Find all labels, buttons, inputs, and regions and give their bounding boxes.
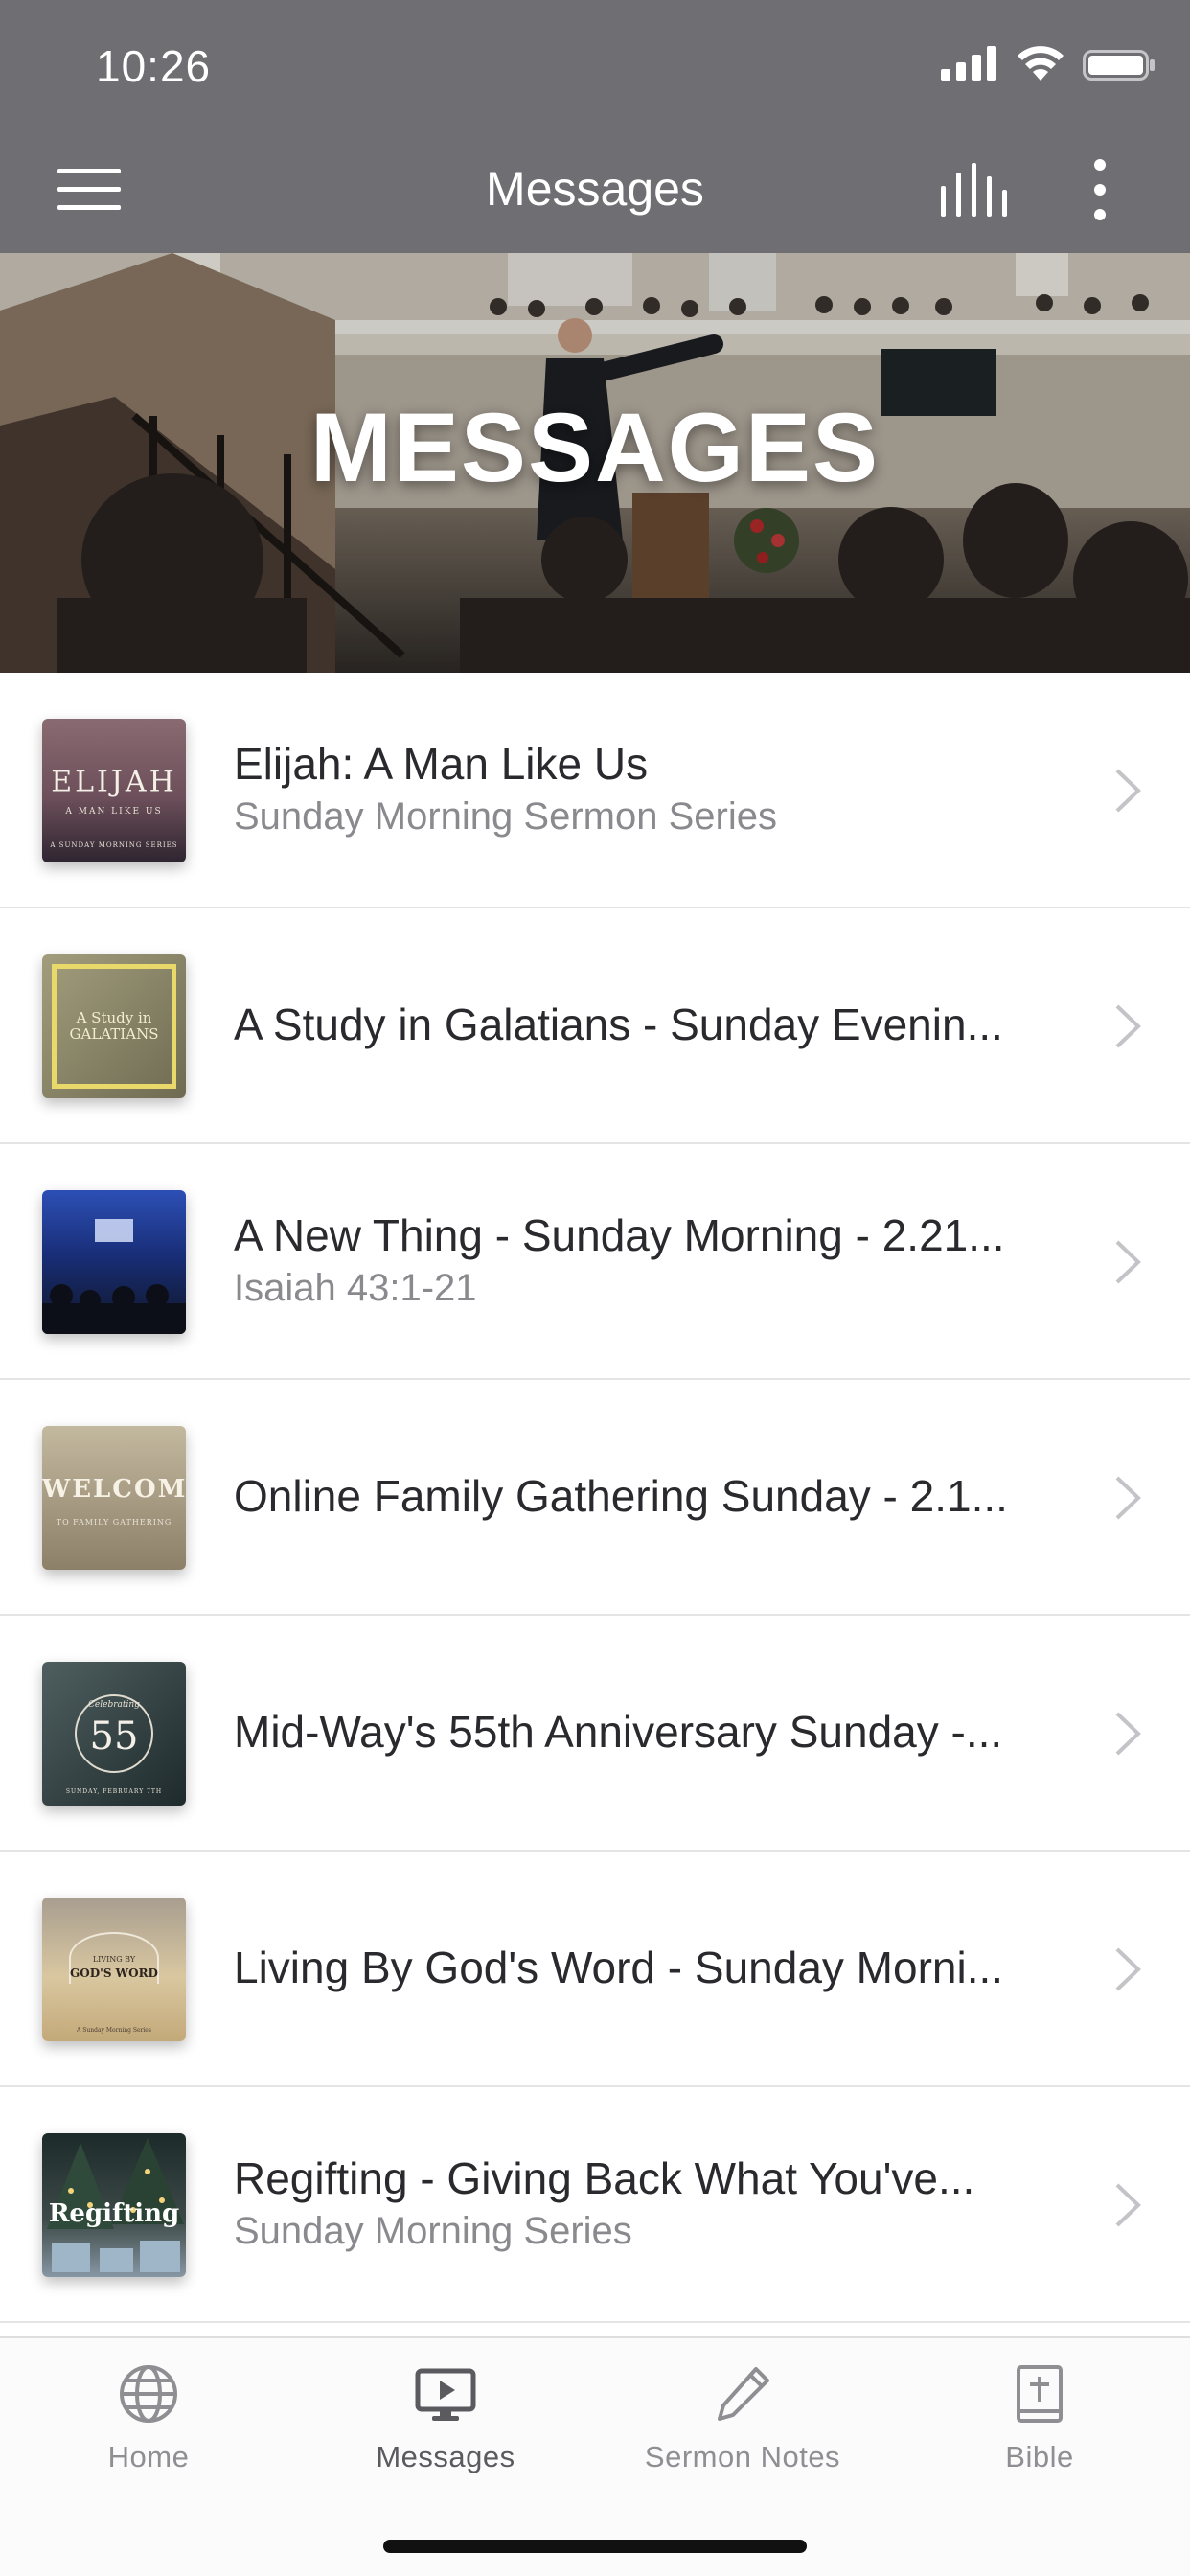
audio-bars-icon <box>941 163 1007 217</box>
status-icons <box>941 46 1190 84</box>
message-title: Regifting - Giving Back What You've... <box>234 2153 975 2203</box>
message-title: A New Thing - Sunday Morning - 2.21... <box>234 1210 1005 1260</box>
message-title: Online Family Gathering Sunday - 2.1... <box>234 1471 1008 1521</box>
list-item[interactable]: Regifting Regifting - Giving Back What Y… <box>0 2087 1190 2323</box>
tab-bible[interactable]: Bible <box>891 2338 1188 2501</box>
list-item[interactable]: WELCOME TO FAMILY GATHERING Online Famil… <box>0 1380 1190 1616</box>
top-bar: 10:26 Messages <box>0 0 1190 253</box>
tab-label: Home <box>107 2440 190 2473</box>
hero-banner: MESSAGES <box>0 253 1190 673</box>
tab-sermon-notes[interactable]: Sermon Notes <box>594 2338 891 2501</box>
message-subtitle: Sunday Morning Sermon Series <box>234 795 777 838</box>
series-thumbnail: A Study in GALATIANS <box>42 954 186 1098</box>
vertical-ellipsis-icon <box>1094 159 1106 220</box>
series-thumbnail: Regifting <box>42 2133 186 2277</box>
message-list: ELIJAH A MAN LIKE US A SUNDAY MORNING SE… <box>0 673 1190 2323</box>
tab-home[interactable]: Home <box>0 2338 297 2501</box>
home-indicator <box>383 2540 807 2553</box>
message-title: Mid-Way's 55th Anniversary Sunday -... <box>234 1707 1003 1757</box>
series-thumbnail <box>42 1190 186 1334</box>
chevron-right-icon <box>1115 1947 1141 1991</box>
list-item[interactable]: A New Thing - Sunday Morning - 2.21... I… <box>0 1144 1190 1380</box>
message-subtitle: Isaiah 43:1-21 <box>234 1267 477 1309</box>
hero-title: MESSAGES <box>309 393 881 502</box>
tab-label: Messages <box>376 2440 515 2473</box>
list-item[interactable]: ELIJAH A MAN LIKE US A SUNDAY MORNING SE… <box>0 673 1190 908</box>
video-play-icon <box>415 2368 476 2421</box>
worship-photo-image <box>42 1219 186 1334</box>
chevron-right-icon <box>1115 1712 1141 1756</box>
series-thumbnail: Celebrating 55 SUNDAY, FEBRUARY 7TH <box>42 1662 186 1806</box>
message-title: Living By God's Word - Sunday Morni... <box>234 1943 1004 1992</box>
cellular-signal-icon <box>941 46 996 80</box>
chevron-right-icon <box>1115 1004 1141 1048</box>
tab-label: Sermon Notes <box>644 2440 841 2473</box>
tab-messages[interactable]: Messages <box>297 2338 594 2501</box>
series-thumbnail: LIVING BY GOD'S WORD A Sunday Morning Se… <box>42 1898 186 2041</box>
battery-icon <box>1083 50 1155 80</box>
series-thumbnail: WELCOME TO FAMILY GATHERING <box>42 1426 186 1570</box>
chevron-right-icon <box>1115 2183 1141 2227</box>
bible-icon <box>1017 2365 1063 2423</box>
audio-bars-button[interactable] <box>939 163 1008 217</box>
globe-icon <box>120 2365 177 2423</box>
status-time: 10:26 <box>96 41 212 91</box>
message-subtitle: Sunday Morning Series <box>234 2210 632 2252</box>
series-thumbnail: ELIJAH A MAN LIKE US A SUNDAY MORNING SE… <box>42 719 186 862</box>
message-title: Elijah: A Man Like Us <box>234 739 649 789</box>
message-title: A Study in Galatians - Sunday Evenin... <box>234 1000 1003 1049</box>
list-item[interactable]: A Study in GALATIANS A Study in Galatian… <box>0 908 1190 1144</box>
list-item[interactable]: LIVING BY GOD'S WORD A Sunday Morning Se… <box>0 1852 1190 2087</box>
app-screen: 10:26 Messages MESSAGES ELIJAH A MAN LIK… <box>0 0 1190 2576</box>
list-item[interactable]: Celebrating 55 SUNDAY, FEBRUARY 7TH Mid-… <box>0 1616 1190 1852</box>
wifi-icon <box>1018 46 1064 80</box>
tab-label: Bible <box>1005 2440 1074 2473</box>
more-options-button[interactable] <box>1083 159 1117 220</box>
page-title: Messages <box>486 162 704 216</box>
chevron-right-icon <box>1115 1240 1141 1284</box>
pencil-icon <box>718 2367 769 2421</box>
chevron-right-icon <box>1115 769 1141 813</box>
chevron-right-icon <box>1115 1476 1141 1520</box>
